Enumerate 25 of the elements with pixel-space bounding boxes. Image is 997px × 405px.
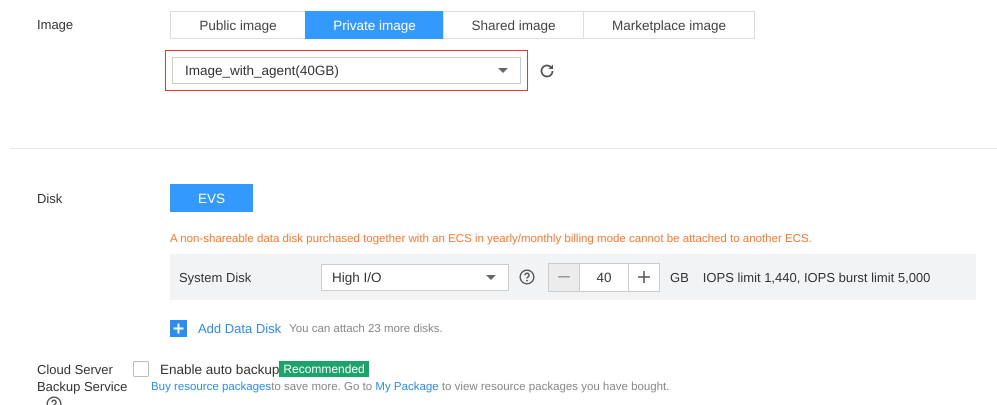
caret-icon <box>486 274 496 280</box>
plus-icon <box>638 271 650 283</box>
refresh-icon[interactable] <box>538 62 556 80</box>
package-note: Buy resource packagesto save more. Go to My Package to view resource packages you have bought. <box>151 381 670 393</box>
checkbox[interactable] <box>133 361 149 377</box>
recommended-badge: Recommended <box>279 361 369 377</box>
hint-text: You can attach 23 more disks. <box>289 322 443 334</box>
image-tab[interactable]: Public image <box>170 11 306 39</box>
field-label: Image <box>36 16 74 34</box>
warning-text: A non-shareable data disk purchased together with an ECS in yearly/monthly billing mode cannot be attached to another ECS. <box>170 233 813 245</box>
field-label: Cloud Server Backup Service <box>37 361 128 395</box>
disk-type-dropdown[interactable]: High I/O <box>321 264 509 290</box>
field-label: Disk <box>36 190 64 208</box>
help-icon[interactable] <box>519 269 535 285</box>
image-tab[interactable]: Shared image <box>443 11 584 39</box>
add-icon[interactable] <box>170 320 187 337</box>
number-stepper[interactable]: 40 <box>548 262 660 292</box>
iops-info: IOPS limit 1,440, IOPS burst limit 5,000 <box>702 270 930 284</box>
minus-icon <box>558 276 570 278</box>
checkbox-label: Enable auto backup <box>160 362 280 376</box>
image-tab[interactable]: Marketplace image <box>583 11 755 39</box>
unit-label: GB <box>670 270 689 284</box>
system-disk-label: System Disk <box>178 270 252 284</box>
caret-icon <box>498 68 508 73</box>
image-dropdown[interactable]: Image_with_agent(40GB) <box>172 57 521 84</box>
